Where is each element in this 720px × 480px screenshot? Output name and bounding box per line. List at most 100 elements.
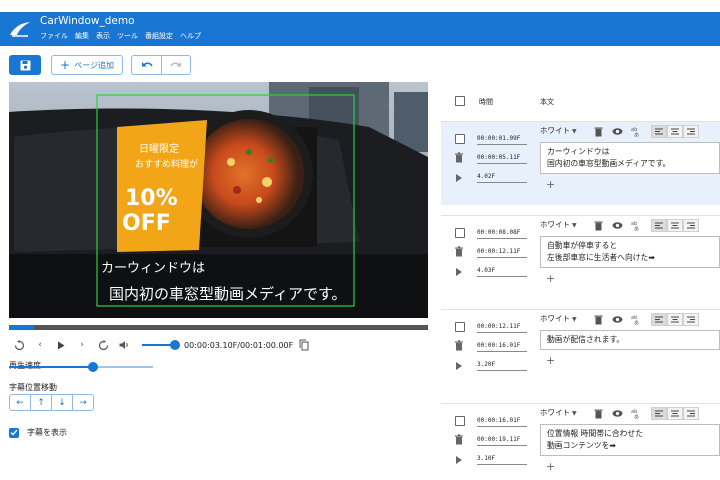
menu-program-settings[interactable]: 番組設定 [145, 31, 173, 41]
align-right-button[interactable] [683, 407, 699, 420]
out-time-field[interactable]: 00:00:05.11F [477, 154, 527, 164]
align-right-button[interactable] [683, 125, 699, 138]
duration-field[interactable]: 4.02F [477, 173, 527, 183]
align-center-button[interactable] [667, 219, 683, 232]
subtitle-row[interactable]: 00:00:08.08F 00:00:12.11F 4.03F ホワイト ▼ ab… [441, 215, 720, 299]
align-right-button[interactable] [683, 313, 699, 326]
subtitle-text-field[interactable]: 動画が配信されます。 [540, 330, 720, 350]
add-line-button[interactable]: + [546, 354, 555, 367]
undo-button[interactable] [131, 55, 161, 75]
text-color-select[interactable]: ホワイト ▼ [540, 407, 577, 418]
move-right-button[interactable]: → [72, 394, 94, 411]
add-line-button[interactable]: + [546, 272, 555, 285]
prev-frame-button[interactable]: ‹ [33, 338, 47, 352]
in-time-field[interactable]: 00:00:16.01F [477, 417, 527, 427]
eye-icon[interactable] [612, 126, 623, 137]
select-all-checkbox[interactable] [455, 96, 465, 106]
menu-help[interactable]: ヘルプ [180, 31, 201, 41]
align-left-button[interactable] [651, 313, 667, 326]
timeline-progress-bar[interactable] [9, 325, 428, 330]
video-preview[interactable]: 日曜限定 おすすめ料理が 10% OFF カーウィンドウは 国内初の車窓型動画メ… [9, 82, 428, 318]
save-button[interactable] [9, 55, 41, 75]
row-checkbox[interactable] [455, 134, 465, 144]
add-line-button[interactable]: + [546, 178, 555, 191]
play-row-icon[interactable] [456, 174, 462, 182]
align-center-button[interactable] [667, 125, 683, 138]
in-time-field[interactable]: 00:00:08.08F [477, 229, 527, 239]
rewind-button[interactable] [12, 338, 26, 352]
row-checkbox[interactable] [455, 322, 465, 332]
speed-slider-thumb[interactable] [87, 362, 98, 372]
copy-icon[interactable] [299, 339, 309, 351]
play-row-icon[interactable] [456, 268, 462, 276]
show-subtitles-checkbox[interactable] [9, 427, 19, 438]
out-time-field[interactable]: 00:00:19.11F [477, 436, 527, 446]
speed-slider[interactable] [9, 362, 153, 372]
align-left-button[interactable] [651, 125, 667, 138]
move-up-button[interactable]: ↑ [30, 394, 52, 411]
align-center-icon [671, 316, 679, 323]
redo-button[interactable] [161, 55, 191, 75]
align-right-button[interactable] [683, 219, 699, 232]
text-color-select[interactable]: ホワイト ▼ [540, 313, 577, 324]
text-color-value: ホワイト [540, 126, 570, 135]
volume-button[interactable] [117, 338, 131, 352]
in-time-field[interactable]: 00:00:12.11F [477, 323, 527, 333]
align-center-button[interactable] [667, 313, 683, 326]
delete-row-icon[interactable] [454, 434, 464, 445]
in-time-field[interactable]: 00:00:01.09F [477, 135, 527, 145]
replay-icon [14, 339, 24, 350]
text-style-icon[interactable]: abあ [631, 314, 642, 325]
menu-view[interactable]: 表示 [96, 31, 110, 41]
volume-slider[interactable] [142, 340, 180, 350]
delete-row-icon[interactable] [454, 246, 464, 257]
subtitle-text-line1: 自動車が停車すると [547, 241, 618, 250]
text-color-select[interactable]: ホワイト ▼ [540, 219, 577, 230]
menu-file[interactable]: ファイル [40, 31, 68, 41]
subtitle-row[interactable]: 00:00:12.11F 00:00:16.01F 3.20F ホワイト ▼ ab… [441, 309, 720, 393]
out-time-field[interactable]: 00:00:16.01F [477, 342, 527, 352]
show-subtitles-toggle[interactable]: 字幕を表示 [9, 427, 67, 438]
play-row-icon[interactable] [456, 456, 462, 464]
text-style-icon[interactable]: abあ [631, 408, 642, 419]
row-checkbox[interactable] [455, 416, 465, 426]
text-color-select[interactable]: ホワイト ▼ [540, 125, 577, 136]
volume-slider-thumb[interactable] [170, 340, 180, 350]
text-style-icon[interactable]: abあ [631, 126, 642, 137]
trash-icon[interactable] [593, 314, 604, 325]
chevron-right-icon: › [80, 340, 84, 350]
duration-field[interactable]: 4.03F [477, 267, 527, 277]
align-center-button[interactable] [667, 407, 683, 420]
trash-icon[interactable] [593, 408, 604, 419]
align-left-button[interactable] [651, 407, 667, 420]
move-down-button[interactable]: ↓ [51, 394, 73, 411]
eye-icon[interactable] [612, 408, 623, 419]
menu-edit[interactable]: 編集 [75, 31, 89, 41]
subtitle-row[interactable]: 00:00:16.01F 00:00:19.11F 3.10F ホワイト ▼ ab… [441, 403, 720, 480]
next-frame-button[interactable]: › [75, 338, 89, 352]
eye-icon[interactable] [612, 220, 623, 231]
play-button[interactable] [54, 338, 68, 352]
forward-button[interactable] [96, 338, 110, 352]
subtitle-text-field[interactable]: 位置情報 時間帯に合わせた 動画コンテンツを➡ [540, 424, 720, 456]
menu-tools[interactable]: ツール [117, 31, 138, 41]
text-style-icon[interactable]: abあ [631, 220, 642, 231]
align-left-button[interactable] [651, 219, 667, 232]
delete-row-icon[interactable] [454, 340, 464, 351]
subtitle-text-field[interactable]: 自動車が停車すると 左後部車窓に生活者へ向けた➡ [540, 236, 720, 268]
trash-icon[interactable] [593, 126, 604, 137]
duration-field[interactable]: 3.20F [477, 361, 527, 371]
add-page-button[interactable]: + ページ追加 [51, 55, 123, 75]
subtitle-row[interactable]: 00:00:01.09F 00:00:05.11F 4.02F ホワイト ▼ ab… [441, 121, 720, 205]
eye-icon[interactable] [612, 314, 623, 325]
row-checkbox[interactable] [455, 228, 465, 238]
move-left-button[interactable]: ← [9, 394, 31, 411]
duration-field[interactable]: 3.10F [477, 455, 527, 465]
play-row-icon[interactable] [456, 362, 462, 370]
out-time-field[interactable]: 00:00:12.11F [477, 248, 527, 258]
delete-row-icon[interactable] [454, 152, 464, 163]
subtitle-text-field[interactable]: カーウィンドウは 国内初の車窓型動画メディアです。 [540, 142, 720, 174]
timecode-display: 00:00:03.10F/00:01:00.00F [184, 340, 294, 350]
trash-icon[interactable] [593, 220, 604, 231]
add-line-button[interactable]: + [546, 460, 555, 473]
